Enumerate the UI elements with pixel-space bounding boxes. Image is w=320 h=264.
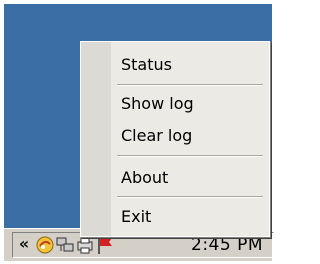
printer-tray-icon[interactable] [75, 235, 95, 255]
menu-separator [117, 155, 263, 157]
tray-context-menu: Status Show log Clear log About Exit [80, 41, 270, 237]
flag-tray-icon[interactable] [95, 235, 115, 255]
menu-item-show-log[interactable]: Show log [113, 91, 269, 117]
network-tray-icon[interactable] [55, 235, 75, 255]
menu-item-about[interactable]: About [113, 165, 269, 191]
show-hidden-icons-chevron[interactable]: « [16, 234, 32, 253]
menu-separator [117, 84, 263, 86]
menu-item-exit[interactable]: Exit [113, 204, 269, 230]
menu-item-status[interactable]: Status [113, 52, 269, 78]
app-tray-icon[interactable] [35, 235, 55, 255]
menu-icon-strip [81, 42, 111, 236]
clock[interactable]: 2:45 PM [191, 235, 263, 255]
menu-separator [117, 196, 263, 198]
menu-item-clear-log[interactable]: Clear log [113, 123, 269, 149]
